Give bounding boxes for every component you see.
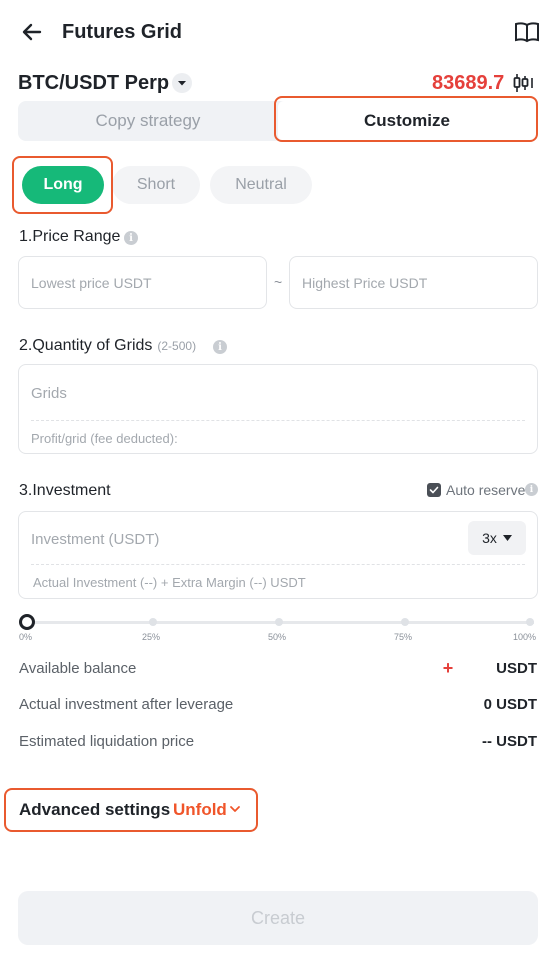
leverage-selector[interactable]: 3x [468, 521, 526, 555]
profit-per-grid-note: Profit/grid (fee deducted): [31, 431, 178, 446]
last-price: 83689.7 [432, 72, 505, 94]
price-range-label: 1.Price Range [19, 228, 121, 245]
slider-tick-label: 25% [142, 632, 161, 642]
caret-down-icon [178, 81, 186, 86]
pair-dropdown-button[interactable] [172, 73, 192, 93]
investment-placeholder: Investment (USDT) [31, 531, 160, 548]
investment-input[interactable]: Investment (USDT) Actual Investment (--)… [18, 511, 538, 599]
investment-slider-thumb[interactable] [19, 614, 35, 630]
liquidation-price-label: Estimated liquidation price [19, 733, 195, 750]
check-icon [429, 486, 439, 494]
slider-step-100[interactable] [526, 618, 534, 626]
add-funds-icon[interactable]: + [440, 659, 456, 677]
advanced-settings-label: Advanced settings [19, 800, 171, 819]
grids-range-hint: (2-500) [157, 339, 197, 353]
book-icon[interactable] [514, 20, 540, 44]
investment-label: 3.Investment [19, 482, 111, 499]
info-icon[interactable]: i [213, 340, 227, 354]
chevron-down-icon[interactable] [229, 803, 241, 815]
slider-tick-label: 0% [19, 632, 33, 642]
auto-reserve-checkbox[interactable] [427, 483, 441, 497]
trading-pair-name[interactable]: BTC/USDT Perp [18, 70, 169, 96]
slider-step-25[interactable] [149, 618, 157, 626]
actual-investment-label: Actual investment after leverage [19, 696, 234, 713]
info-icon[interactable]: i [124, 231, 138, 245]
info-icon[interactable]: i [525, 483, 538, 496]
liquidation-price-value: -- USDT [482, 733, 537, 750]
grids-label: 2.Quantity of Grids [19, 337, 153, 354]
lowest-price-placeholder: Lowest price USDT [31, 275, 152, 291]
create-button[interactable]: Create [18, 891, 538, 945]
slider-tick-label: 50% [268, 632, 287, 642]
tab-long[interactable]: Long [22, 166, 104, 204]
divider [31, 420, 525, 421]
page-title: Futures Grid [62, 21, 183, 43]
divider [31, 564, 525, 565]
tab-neutral[interactable]: Neutral [210, 166, 312, 204]
candlestick-icon[interactable] [512, 72, 536, 94]
advanced-unfold-button[interactable]: Unfold [173, 799, 227, 821]
auto-reserve-label[interactable]: Auto reserve [446, 481, 525, 499]
highest-price-input[interactable]: Highest Price USDT [289, 256, 538, 309]
slider-step-50[interactable] [275, 618, 283, 626]
available-balance-label: Available balance [19, 660, 137, 677]
highest-price-placeholder: Highest Price USDT [302, 275, 428, 291]
tab-customize[interactable]: Customize [278, 101, 536, 141]
slider-step-75[interactable] [401, 618, 409, 626]
actual-investment-value: 0 USDT [483, 696, 537, 713]
grids-placeholder: Grids [31, 385, 67, 402]
slider-tick-label: 100% [513, 632, 537, 642]
grids-input[interactable]: Grids Profit/grid (fee deducted): [18, 364, 538, 454]
tab-copy-strategy[interactable]: Copy strategy [18, 101, 278, 141]
back-arrow-icon[interactable] [20, 20, 44, 44]
leverage-value: 3x [482, 530, 497, 546]
grids-label-group: 2.Quantity of Grids (2-500) [19, 336, 196, 356]
range-separator: ~ [274, 274, 283, 290]
tab-short[interactable]: Short [112, 166, 200, 204]
available-balance-value: USDT [496, 660, 537, 677]
lowest-price-input[interactable]: Lowest price USDT [18, 256, 267, 309]
actual-investment-note: Actual Investment (--) + Extra Margin (-… [33, 575, 306, 590]
caret-down-icon [502, 534, 512, 541]
slider-tick-label: 75% [394, 632, 413, 642]
